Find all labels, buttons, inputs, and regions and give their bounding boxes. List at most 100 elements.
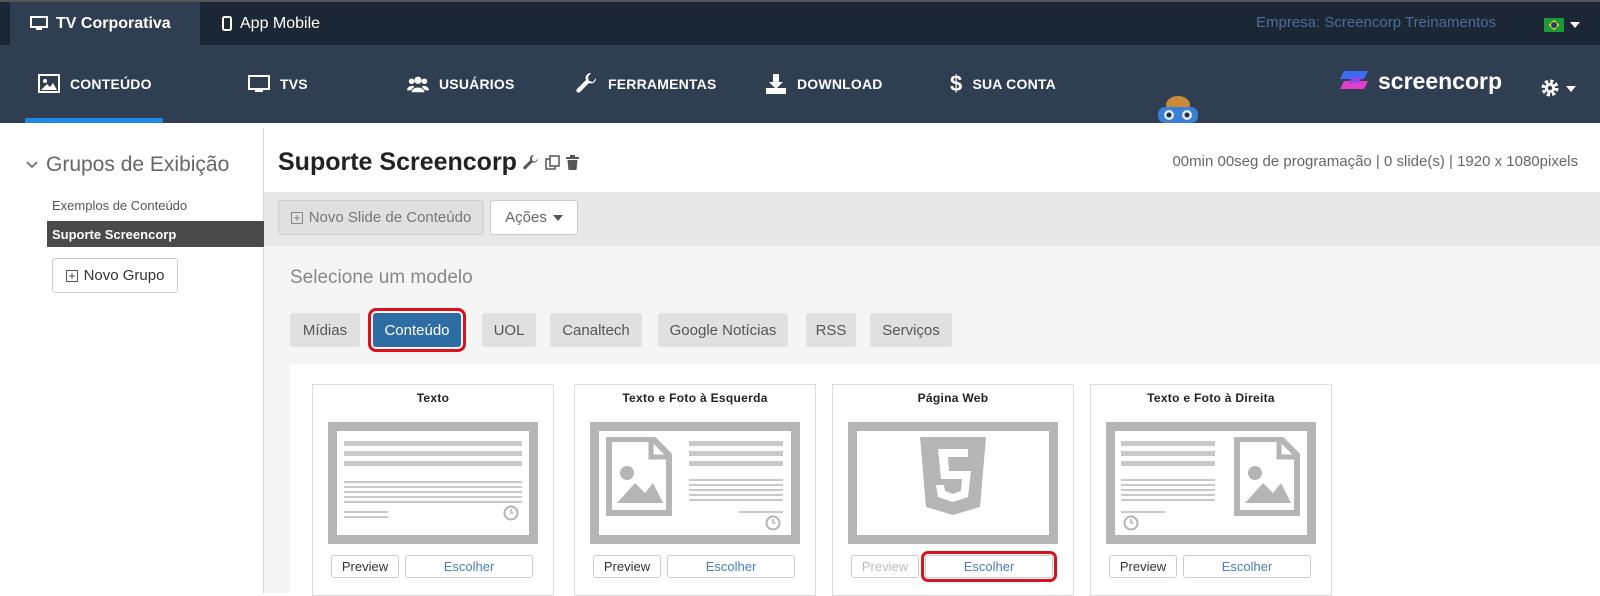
tab-uol[interactable]: UOL bbox=[482, 313, 536, 347]
actions-label: Ações bbox=[505, 209, 547, 226]
choose-button[interactable]: Escolher bbox=[921, 551, 1057, 582]
nav-item-usuarios[interactable]: USUÁRIOS bbox=[407, 45, 515, 123]
download-icon bbox=[766, 74, 786, 94]
sidebar-item-label: Exemplos de Conteúdo bbox=[52, 197, 188, 213]
clock-icon bbox=[765, 515, 781, 531]
nav-label: TVS bbox=[280, 76, 308, 92]
text-photo-left-thumbnail bbox=[590, 422, 800, 544]
tab-google-noticias[interactable]: Google Notícias bbox=[658, 313, 788, 347]
chevron-down-icon[interactable] bbox=[1570, 22, 1580, 28]
toolbar: Novo Slide de Conteúdo Ações bbox=[264, 192, 1600, 246]
nav-label: USUÁRIOS bbox=[439, 76, 515, 92]
html5-icon bbox=[920, 437, 986, 515]
choose-label: Escolher bbox=[963, 559, 1015, 574]
plus-square-icon bbox=[65, 269, 78, 282]
new-slide-button[interactable]: Novo Slide de Conteúdo bbox=[278, 200, 484, 235]
actions-dropdown[interactable]: Ações bbox=[490, 200, 578, 235]
phone-icon bbox=[222, 16, 232, 31]
template-card-pagina-web: Página Web Preview Escolher bbox=[832, 384, 1074, 596]
tab-label: Mídias bbox=[302, 321, 348, 339]
web-page-thumbnail bbox=[848, 422, 1058, 544]
choose-label: Escolher bbox=[705, 559, 757, 574]
nav-label: FERRAMENTAS bbox=[608, 76, 717, 92]
card-title: Texto bbox=[416, 391, 450, 405]
choose-button[interactable]: Escolher bbox=[1183, 555, 1311, 578]
page-title-text: Suporte Screencorp bbox=[278, 148, 517, 176]
nav-label: SUA CONTA bbox=[972, 76, 1056, 92]
sidebar: Grupos de Exibição Exemplos de Conteúdo … bbox=[0, 128, 264, 593]
nav-label: CONTEÚDO bbox=[70, 76, 152, 92]
tab-label: Canaltech bbox=[562, 321, 630, 339]
monitor-icon bbox=[248, 75, 270, 92]
nav-item-sua-conta[interactable]: $ SUA CONTA bbox=[950, 45, 1056, 123]
screencorp-logo[interactable]: screencorp bbox=[1338, 68, 1502, 95]
plus-square-icon bbox=[290, 211, 303, 224]
choose-button[interactable]: Escolher bbox=[405, 555, 533, 578]
mascot-robot-icon bbox=[1158, 96, 1198, 123]
template-card-texto-foto-direita: Texto e Foto à Direita Preview Escolher bbox=[1090, 384, 1332, 596]
main-content: Suporte Screencorp 00min 00seg de progra… bbox=[264, 128, 1600, 596]
top-bar: TV Corporativa App Mobile Empresa: Scree… bbox=[0, 0, 1600, 45]
trash-icon[interactable] bbox=[565, 155, 579, 170]
chevron-down-icon bbox=[26, 161, 38, 169]
preview-button[interactable]: Preview bbox=[593, 555, 661, 578]
tab-midias[interactable]: Mídias bbox=[290, 313, 360, 347]
copy-icon[interactable] bbox=[545, 155, 560, 170]
page-title: Suporte Screencorp bbox=[278, 148, 579, 177]
text-template-thumbnail bbox=[328, 422, 538, 544]
gear-icon bbox=[1541, 79, 1559, 97]
select-model-title: Selecione um modelo bbox=[290, 267, 473, 288]
clock-icon bbox=[1123, 515, 1139, 531]
dollar-icon: $ bbox=[950, 71, 963, 96]
sidebar-item-label: Suporte Screencorp bbox=[52, 226, 177, 242]
tab-label: TV Corporativa bbox=[56, 14, 171, 32]
choose-label: Escolher bbox=[443, 559, 495, 574]
text-photo-right-thumbnail bbox=[1106, 422, 1316, 544]
logo-text: screencorp bbox=[1378, 68, 1503, 94]
preview-label: Preview bbox=[861, 559, 909, 574]
choose-button[interactable]: Escolher bbox=[667, 555, 795, 578]
preview-button[interactable]: Preview bbox=[1109, 555, 1177, 578]
clock-icon bbox=[503, 505, 519, 521]
tab-label: Google Notícias bbox=[669, 321, 777, 339]
wrench-icon[interactable] bbox=[523, 154, 539, 171]
new-slide-label: Novo Slide de Conteúdo bbox=[308, 209, 472, 226]
tab-canaltech[interactable]: Canaltech bbox=[550, 313, 642, 347]
tab-conteudo[interactable]: Conteúdo bbox=[368, 308, 466, 352]
preview-label: Preview bbox=[603, 559, 651, 574]
wrench-icon bbox=[576, 73, 597, 93]
chevron-down-icon bbox=[1566, 86, 1576, 92]
tab-app-mobile[interactable]: App Mobile bbox=[222, 2, 320, 45]
card-title: Página Web bbox=[917, 391, 989, 405]
preview-button[interactable]: Preview bbox=[331, 555, 399, 578]
tab-servicos[interactable]: Serviços bbox=[870, 313, 952, 347]
image-icon bbox=[38, 74, 60, 93]
sidebar-title-label: Grupos de Exibição bbox=[46, 153, 230, 176]
logo-icon bbox=[1340, 70, 1368, 89]
image-file-icon bbox=[1234, 437, 1300, 516]
nav-label: DOWNLOAD bbox=[797, 76, 883, 92]
nav-item-conteudo[interactable]: CONTEÚDO bbox=[25, 45, 163, 123]
chevron-down-icon bbox=[552, 214, 563, 221]
tab-label: RSS bbox=[815, 321, 847, 339]
nav-item-tvs[interactable]: TVS bbox=[248, 45, 308, 123]
template-card-texto-foto-esquerda: Texto e Foto à Esquerda Preview Escolher bbox=[574, 384, 816, 596]
sidebar-item-exemplos[interactable]: Exemplos de Conteúdo bbox=[47, 192, 264, 218]
choose-label: Escolher bbox=[1221, 559, 1273, 574]
preview-button[interactable]: Preview bbox=[851, 555, 919, 578]
card-title: Texto e Foto à Esquerda bbox=[622, 391, 768, 405]
new-group-button[interactable]: Novo Grupo bbox=[52, 258, 178, 293]
tab-label: UOL bbox=[493, 321, 525, 339]
tab-rss[interactable]: RSS bbox=[806, 313, 856, 347]
nav-item-download[interactable]: DOWNLOAD bbox=[765, 45, 883, 123]
nav-item-ferramentas[interactable]: FERRAMENTAS bbox=[576, 45, 717, 123]
programming-info: 00min 00seg de programação | 0 slide(s) … bbox=[1172, 153, 1578, 170]
brazil-flag-icon[interactable] bbox=[1544, 18, 1564, 32]
sidebar-item-suporte[interactable]: Suporte Screencorp bbox=[47, 221, 264, 247]
template-panel: Selecione um modelo Mídias Conteúdo UOL … bbox=[264, 246, 1600, 596]
monitor-icon bbox=[30, 16, 48, 30]
sidebar-title[interactable]: Grupos de Exibição bbox=[26, 153, 229, 177]
tab-tv-corporativa[interactable]: TV Corporativa bbox=[10, 2, 200, 45]
users-icon bbox=[407, 76, 429, 93]
new-group-label: Novo Grupo bbox=[83, 267, 165, 284]
